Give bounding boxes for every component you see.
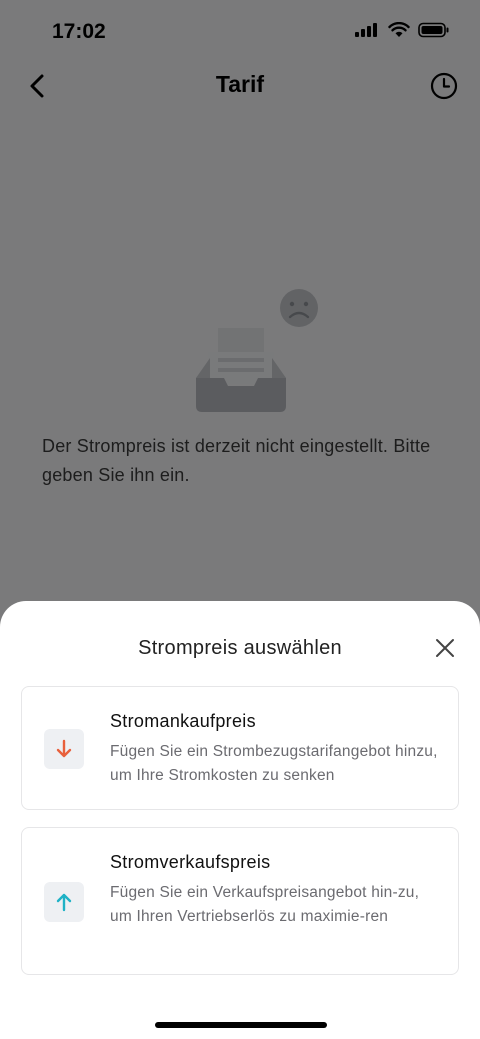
option-description: Fügen Sie ein Verkaufspreisangebot hin-z… [110, 884, 420, 925]
option-icon-box [44, 729, 84, 769]
option-icon-box [44, 882, 84, 922]
close-icon [436, 639, 454, 657]
close-button[interactable] [434, 637, 456, 659]
bottom-sheet: Strompreis auswählen Stromankaufpreis Fü… [0, 601, 480, 1039]
option-description: Fügen Sie ein Strombezugstarifangebot hi… [110, 743, 438, 784]
home-indicator[interactable] [155, 1022, 327, 1028]
option-title: Stromverkaufspreis [110, 852, 271, 872]
sheet-title: Strompreis auswählen [138, 637, 342, 659]
arrow-up-icon [56, 893, 72, 912]
arrow-down-icon [56, 739, 72, 758]
option-title: Stromankaufpreis [110, 711, 256, 731]
option-card-selling-price[interactable]: Stromverkaufspreis Fügen Sie ein Verkauf… [21, 827, 459, 975]
option-card-purchase-price[interactable]: Stromankaufpreis Fügen Sie ein Strombezu… [21, 686, 459, 810]
